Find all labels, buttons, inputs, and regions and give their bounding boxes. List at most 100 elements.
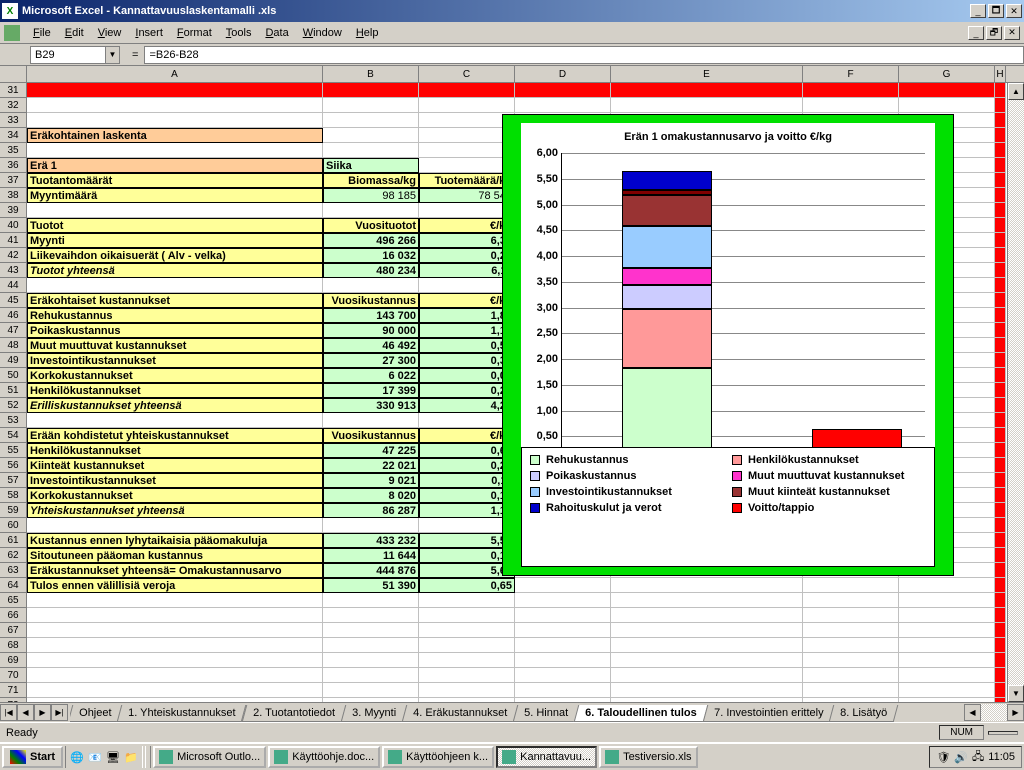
cell-C62[interactable]: 0,15 <box>419 548 515 563</box>
cell-F67[interactable] <box>803 623 899 638</box>
menu-format[interactable]: Format <box>170 25 219 41</box>
tray-icon[interactable]: 🖧 <box>972 748 984 767</box>
cell-C31[interactable] <box>419 83 515 98</box>
row-header[interactable]: 47 <box>0 323 27 338</box>
cell-H56[interactable] <box>995 458 1006 473</box>
cell-C72[interactable] <box>419 698 515 702</box>
hscroll-right[interactable]: ▶ <box>1007 704 1024 721</box>
scroll-up-button[interactable]: ▲ <box>1008 83 1024 100</box>
col-header-D[interactable]: D <box>515 66 611 82</box>
cell-B39[interactable] <box>323 203 419 218</box>
cell-A31[interactable] <box>27 83 323 98</box>
mdi-restore-button[interactable]: 🗗 <box>986 26 1002 40</box>
cell-H51[interactable] <box>995 383 1006 398</box>
row-header[interactable]: 41 <box>0 233 27 248</box>
tray-icon[interactable]: 🔊 <box>954 751 968 764</box>
cell-C56[interactable]: 0,28 <box>419 458 515 473</box>
cell-A40[interactable]: Tuotot <box>27 218 323 233</box>
row-header[interactable]: 39 <box>0 203 27 218</box>
cell-C41[interactable]: 6,32 <box>419 233 515 248</box>
cell-H55[interactable] <box>995 443 1006 458</box>
cell-H35[interactable] <box>995 143 1006 158</box>
taskbar-button[interactable]: Käyttöohje.doc... <box>268 746 380 768</box>
row-header[interactable]: 58 <box>0 488 27 503</box>
cell-C71[interactable] <box>419 683 515 698</box>
cell-A51[interactable]: Henkilökustannukset <box>27 383 323 398</box>
cell-H41[interactable] <box>995 233 1006 248</box>
cell-C60[interactable] <box>419 518 515 533</box>
restore-button[interactable]: 🗖 <box>988 4 1004 18</box>
row-header[interactable]: 71 <box>0 683 27 698</box>
cell-G68[interactable] <box>899 638 995 653</box>
cell-B68[interactable] <box>323 638 419 653</box>
cell-B43[interactable]: 480 234 <box>323 263 419 278</box>
cell-A71[interactable] <box>27 683 323 698</box>
tab-nav-first[interactable]: |◀ <box>0 704 17 721</box>
row-header[interactable]: 54 <box>0 428 27 443</box>
cell-C52[interactable]: 4,21 <box>419 398 515 413</box>
row-header[interactable]: 51 <box>0 383 27 398</box>
cell-C47[interactable]: 1,15 <box>419 323 515 338</box>
cell-C39[interactable] <box>419 203 515 218</box>
cell-F66[interactable] <box>803 608 899 623</box>
cell-H53[interactable] <box>995 413 1006 428</box>
cell-B36[interactable]: Siika <box>323 158 419 173</box>
cell-A33[interactable] <box>27 113 323 128</box>
cell-C34[interactable] <box>419 128 515 143</box>
cell-H45[interactable] <box>995 293 1006 308</box>
cell-H54[interactable] <box>995 428 1006 443</box>
name-box-dropdown-icon[interactable]: ▼ <box>105 47 119 63</box>
cell-F31[interactable] <box>803 83 899 98</box>
cell-C46[interactable]: 1,83 <box>419 308 515 323</box>
cell-C65[interactable] <box>419 593 515 608</box>
cell-A52[interactable]: Erilliskustannukset yhteensä <box>27 398 323 413</box>
ql-ie-icon[interactable]: 🌐 <box>68 748 86 766</box>
cell-C35[interactable] <box>419 143 515 158</box>
cell-G66[interactable] <box>899 608 995 623</box>
cell-A41[interactable]: Myynti <box>27 233 323 248</box>
cell-C53[interactable] <box>419 413 515 428</box>
row-header[interactable]: 65 <box>0 593 27 608</box>
row-header[interactable]: 52 <box>0 398 27 413</box>
tab-nav-last[interactable]: ▶| <box>51 704 68 721</box>
row-header[interactable]: 32 <box>0 98 27 113</box>
cell-C58[interactable]: 0,10 <box>419 488 515 503</box>
cell-D71[interactable] <box>515 683 611 698</box>
cell-C36[interactable] <box>419 158 515 173</box>
cell-C67[interactable] <box>419 623 515 638</box>
embedded-chart[interactable]: Erän 1 omakustannusarvo ja voitto €/kg 0… <box>502 114 954 576</box>
menu-edit[interactable]: Edit <box>58 25 91 41</box>
cell-E64[interactable] <box>611 578 803 593</box>
cell-B45[interactable]: Vuosikustannus <box>323 293 419 308</box>
col-header-B[interactable]: B <box>323 66 419 82</box>
tray-icon[interactable]: 🛡 <box>936 751 950 764</box>
cell-D72[interactable] <box>515 698 611 702</box>
cell-B58[interactable]: 8 020 <box>323 488 419 503</box>
cell-E65[interactable] <box>611 593 803 608</box>
cell-B51[interactable]: 17 399 <box>323 383 419 398</box>
cell-A72[interactable] <box>27 698 323 702</box>
cell-B65[interactable] <box>323 593 419 608</box>
system-tray[interactable]: 🛡 🔊 🖧 11:05 <box>929 746 1022 768</box>
cell-C66[interactable] <box>419 608 515 623</box>
cell-B31[interactable] <box>323 83 419 98</box>
cell-C64[interactable]: 0,65 <box>419 578 515 593</box>
cell-H44[interactable] <box>995 278 1006 293</box>
minimize-button[interactable]: _ <box>970 4 986 18</box>
cell-A43[interactable]: Tuotot yhteensä <box>27 263 323 278</box>
cell-H68[interactable] <box>995 638 1006 653</box>
cell-G67[interactable] <box>899 623 995 638</box>
cell-A46[interactable]: Rehukustannus <box>27 308 323 323</box>
cell-H63[interactable] <box>995 563 1006 578</box>
ql-desktop-icon[interactable]: 🖥 <box>104 748 122 766</box>
cell-B55[interactable]: 47 225 <box>323 443 419 458</box>
cell-B66[interactable] <box>323 608 419 623</box>
cell-H59[interactable] <box>995 503 1006 518</box>
cell-A58[interactable]: Korkokustannukset <box>27 488 323 503</box>
cell-H33[interactable] <box>995 113 1006 128</box>
cell-C57[interactable]: 0,11 <box>419 473 515 488</box>
cell-H67[interactable] <box>995 623 1006 638</box>
cell-H64[interactable] <box>995 578 1006 593</box>
menu-insert[interactable]: Insert <box>128 25 170 41</box>
cell-B47[interactable]: 90 000 <box>323 323 419 338</box>
